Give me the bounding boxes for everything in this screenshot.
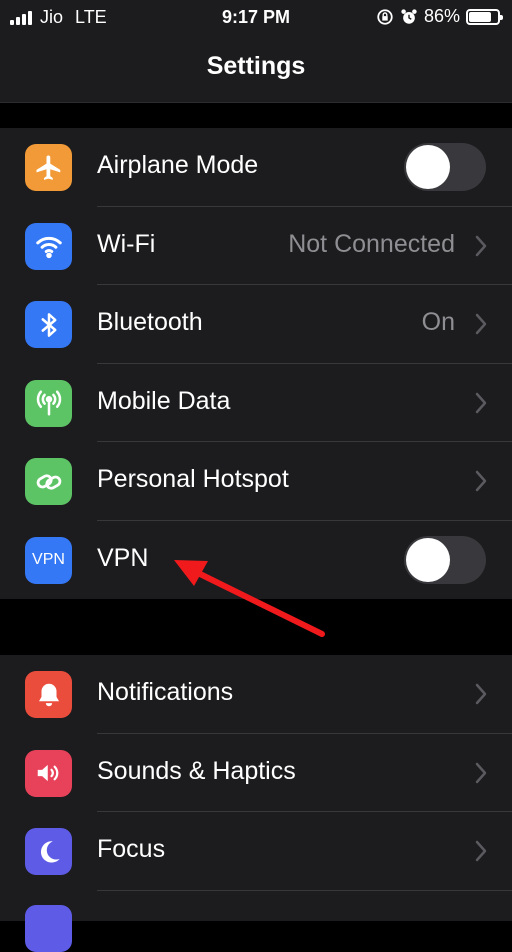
- personal-hotspot-row[interactable]: Personal Hotspot: [0, 442, 512, 521]
- wifi-icon: [25, 222, 72, 270]
- vpn-icon: VPN: [25, 536, 72, 584]
- partial-row-icon: [25, 904, 72, 952]
- wifi-row[interactable]: Wi-Fi Not Connected: [0, 207, 512, 285]
- page-title: Settings: [206, 52, 306, 80]
- chevron-right-icon: [475, 840, 487, 862]
- chevron-right-icon: [475, 313, 487, 335]
- alarm-icon: [401, 8, 417, 24]
- navigation-bar: Settings: [0, 34, 512, 103]
- bluetooth-icon: [25, 301, 72, 348]
- bluetooth-status-value: On: [421, 308, 455, 336]
- bluetooth-row[interactable]: Bluetooth On: [0, 285, 512, 364]
- mobile-data-row[interactable]: Mobile Data: [0, 364, 512, 442]
- wifi-label: Wi-Fi: [97, 229, 156, 258]
- toggle-knob: [406, 537, 450, 582]
- notifications-row[interactable]: Notifications: [0, 655, 512, 734]
- chevron-right-icon: [475, 392, 487, 413]
- airplane-mode-label: Airplane Mode: [97, 151, 259, 179]
- chevron-right-icon: [475, 762, 487, 783]
- antenna-icon: [25, 379, 72, 427]
- moon-icon: [25, 828, 72, 875]
- notifications-label: Notifications: [97, 678, 234, 706]
- vpn-label: VPN: [97, 543, 149, 572]
- vpn-icon-text: VPN: [32, 551, 65, 568]
- toggle-knob: [406, 145, 450, 189]
- sounds-haptics-row[interactable]: Sounds & Haptics: [0, 734, 512, 812]
- focus-label: Focus: [97, 835, 166, 863]
- partial-row: [0, 891, 512, 952]
- personal-hotspot-label: Personal Hotspot: [97, 465, 289, 493]
- chevron-right-icon: [475, 683, 487, 705]
- speaker-icon: [25, 749, 72, 797]
- vpn-toggle[interactable]: [404, 535, 486, 584]
- bluetooth-label: Bluetooth: [97, 308, 203, 336]
- orientation-lock-icon: [377, 8, 393, 25]
- airplane-mode-toggle[interactable]: [404, 143, 486, 191]
- battery-percentage: 86%: [423, 6, 460, 26]
- hotspot-icon: [25, 458, 72, 505]
- bell-icon: [25, 671, 72, 718]
- connectivity-settings-group: Airplane Mode Wi-Fi Not Connected Blueto…: [0, 128, 512, 599]
- wifi-status-value: Not Connected: [288, 229, 455, 258]
- mobile-data-label: Mobile Data: [97, 386, 231, 415]
- chevron-right-icon: [475, 470, 487, 492]
- notifications-settings-group: Notifications Sounds & Haptics Focus: [0, 655, 512, 952]
- airplane-icon: [25, 144, 72, 191]
- sounds-haptics-label: Sounds & Haptics: [97, 756, 296, 785]
- status-bar: Jio LTE 9:17 PM 86%: [0, 0, 512, 34]
- focus-row[interactable]: Focus: [0, 812, 512, 891]
- battery-icon: [466, 8, 503, 25]
- chevron-right-icon: [475, 235, 487, 256]
- vpn-row[interactable]: VPN VPN: [0, 521, 512, 600]
- airplane-mode-row[interactable]: Airplane Mode: [0, 128, 512, 207]
